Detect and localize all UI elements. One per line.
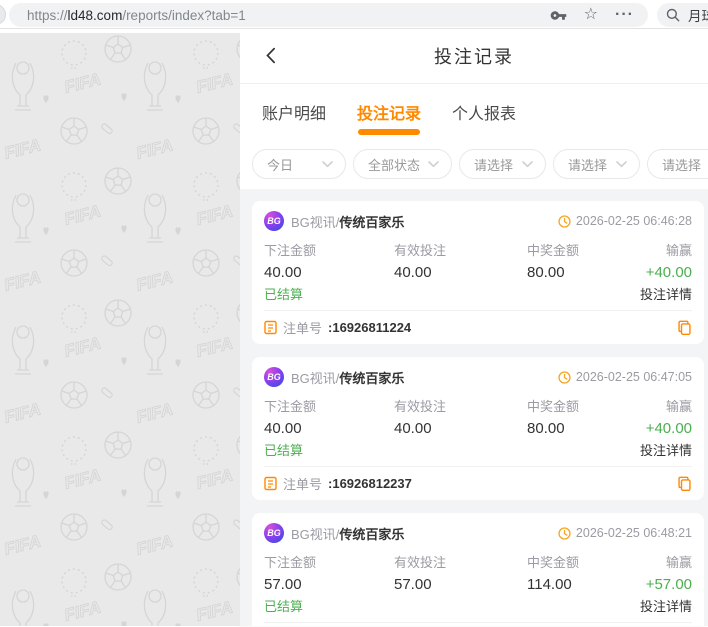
profit-amount: +57.00	[645, 576, 692, 593]
tab-bar: 账户明细 投注记录 个人报表	[240, 84, 708, 139]
bet-record-card: BG BG视讯/ 传统百家乐 2026-02-25 06:48:21 下注金额有…	[252, 513, 704, 626]
game-name: 传统百家乐	[339, 370, 405, 386]
game-name: 传统百家乐	[339, 214, 405, 230]
filter-select-2[interactable]: 请选择	[553, 149, 640, 179]
win-amount: 80.00	[527, 264, 565, 281]
order-number: :16926811224	[328, 320, 412, 335]
tab-personal-report[interactable]: 个人报表	[452, 84, 516, 139]
clock-icon	[558, 526, 571, 540]
column-labels: 下注金额 有效投注 中奖金额 输赢	[264, 555, 692, 570]
url-scheme: https://	[27, 7, 68, 23]
clock-icon	[558, 370, 571, 384]
bet-timestamp: 2026-02-25 06:47:05	[558, 370, 692, 384]
win-amount: 114.00	[527, 576, 572, 593]
valid-bet: 57.00	[394, 576, 432, 593]
tab-account-detail[interactable]: 账户明细	[262, 84, 326, 139]
search-icon	[666, 8, 680, 22]
bet-amount: 40.00	[264, 420, 302, 437]
receipt-icon	[264, 476, 277, 491]
bookmark-star-icon[interactable]: ☆	[584, 7, 598, 23]
betting-records-panel: 投注记录 账户明细 投注记录 个人报表 今日 全部状态 请选择 请选择 请选择 …	[240, 29, 708, 626]
order-number: :16926812237	[328, 476, 412, 491]
status-badge: 已结算	[264, 599, 304, 614]
record-list[interactable]: BG BG视讯/ 传统百家乐 2026-02-25 06:46:28 下注金额有…	[240, 189, 708, 626]
bg-provider-logo-icon: BG	[264, 523, 284, 543]
filter-status[interactable]: 全部状态	[353, 149, 452, 179]
filter-select-1[interactable]: 请选择	[459, 149, 546, 179]
partial-avatar-icon	[0, 4, 6, 25]
bet-record-card: BG BG视讯/ 传统百家乐 2026-02-25 06:47:05 下注金额有…	[252, 357, 704, 500]
browser-chrome: https://ld48.com/reports/index?tab=1 ☆ ·…	[0, 0, 708, 29]
filter-date[interactable]: 今日	[252, 149, 346, 179]
profit-amount: +40.00	[645, 420, 692, 437]
column-values: 57.00 57.00 114.00 +57.00	[264, 576, 692, 593]
bet-amount: 57.00	[264, 576, 302, 593]
bg-provider-logo-icon: BG	[264, 367, 284, 387]
tab-betting-records[interactable]: 投注记录	[357, 84, 421, 139]
more-options-icon[interactable]: ···	[615, 7, 634, 23]
provider-name: BG视讯/	[291, 370, 340, 386]
column-labels: 下注金额 有效投注 中奖金额 输赢	[264, 243, 692, 258]
back-icon[interactable]	[262, 46, 281, 65]
receipt-icon	[264, 320, 277, 335]
filter-select-3[interactable]: 请选择	[647, 149, 708, 179]
valid-bet: 40.00	[394, 264, 432, 281]
filter-bar: 今日 全部状态 请选择 请选择 请选择	[240, 139, 708, 189]
column-values: 40.00 40.00 80.00 +40.00	[264, 420, 692, 437]
bet-record-card: BG BG视讯/ 传统百家乐 2026-02-25 06:46:28 下注金额有…	[252, 201, 704, 344]
bg-provider-logo-icon: BG	[264, 211, 284, 231]
copy-icon[interactable]	[677, 320, 692, 336]
order-number-label: 注单号	[283, 477, 323, 492]
page-title: 投注记录	[434, 47, 514, 67]
bet-detail-link[interactable]: 投注详情	[640, 596, 692, 615]
valid-bet: 40.00	[394, 420, 432, 437]
bet-timestamp: 2026-02-25 06:46:28	[558, 214, 692, 228]
url-domain: ld48.com	[67, 7, 123, 23]
clock-icon	[558, 214, 571, 228]
address-bar[interactable]: https://ld48.com/reports/index?tab=1 ☆ ·…	[9, 3, 648, 27]
column-labels: 下注金额 有效投注 中奖金额 输赢	[264, 399, 692, 414]
password-key-icon[interactable]	[550, 7, 567, 24]
fifa-watermark-background: FIFA	[0, 29, 240, 626]
search-box[interactable]: 月球	[657, 3, 708, 27]
bet-detail-link[interactable]: 投注详情	[640, 284, 692, 303]
panel-header: 投注记录	[240, 29, 708, 84]
game-name: 传统百家乐	[339, 526, 405, 542]
status-badge: 已结算	[264, 287, 304, 302]
bet-amount: 40.00	[264, 264, 302, 281]
provider-name: BG视讯/	[291, 526, 340, 542]
bet-detail-link[interactable]: 投注详情	[640, 440, 692, 459]
status-badge: 已结算	[264, 443, 304, 458]
search-text: 月球	[688, 9, 708, 24]
win-amount: 80.00	[527, 420, 565, 437]
page-url[interactable]: https://ld48.com/reports/index?tab=1	[27, 8, 550, 23]
provider-name: BG视讯/	[291, 214, 340, 230]
bet-timestamp: 2026-02-25 06:48:21	[558, 526, 692, 540]
copy-icon[interactable]	[677, 476, 692, 492]
order-number-label: 注单号	[283, 321, 323, 336]
profit-amount: +40.00	[645, 264, 692, 281]
column-values: 40.00 40.00 80.00 +40.00	[264, 264, 692, 281]
url-path: /reports/index?tab=1	[122, 7, 246, 23]
